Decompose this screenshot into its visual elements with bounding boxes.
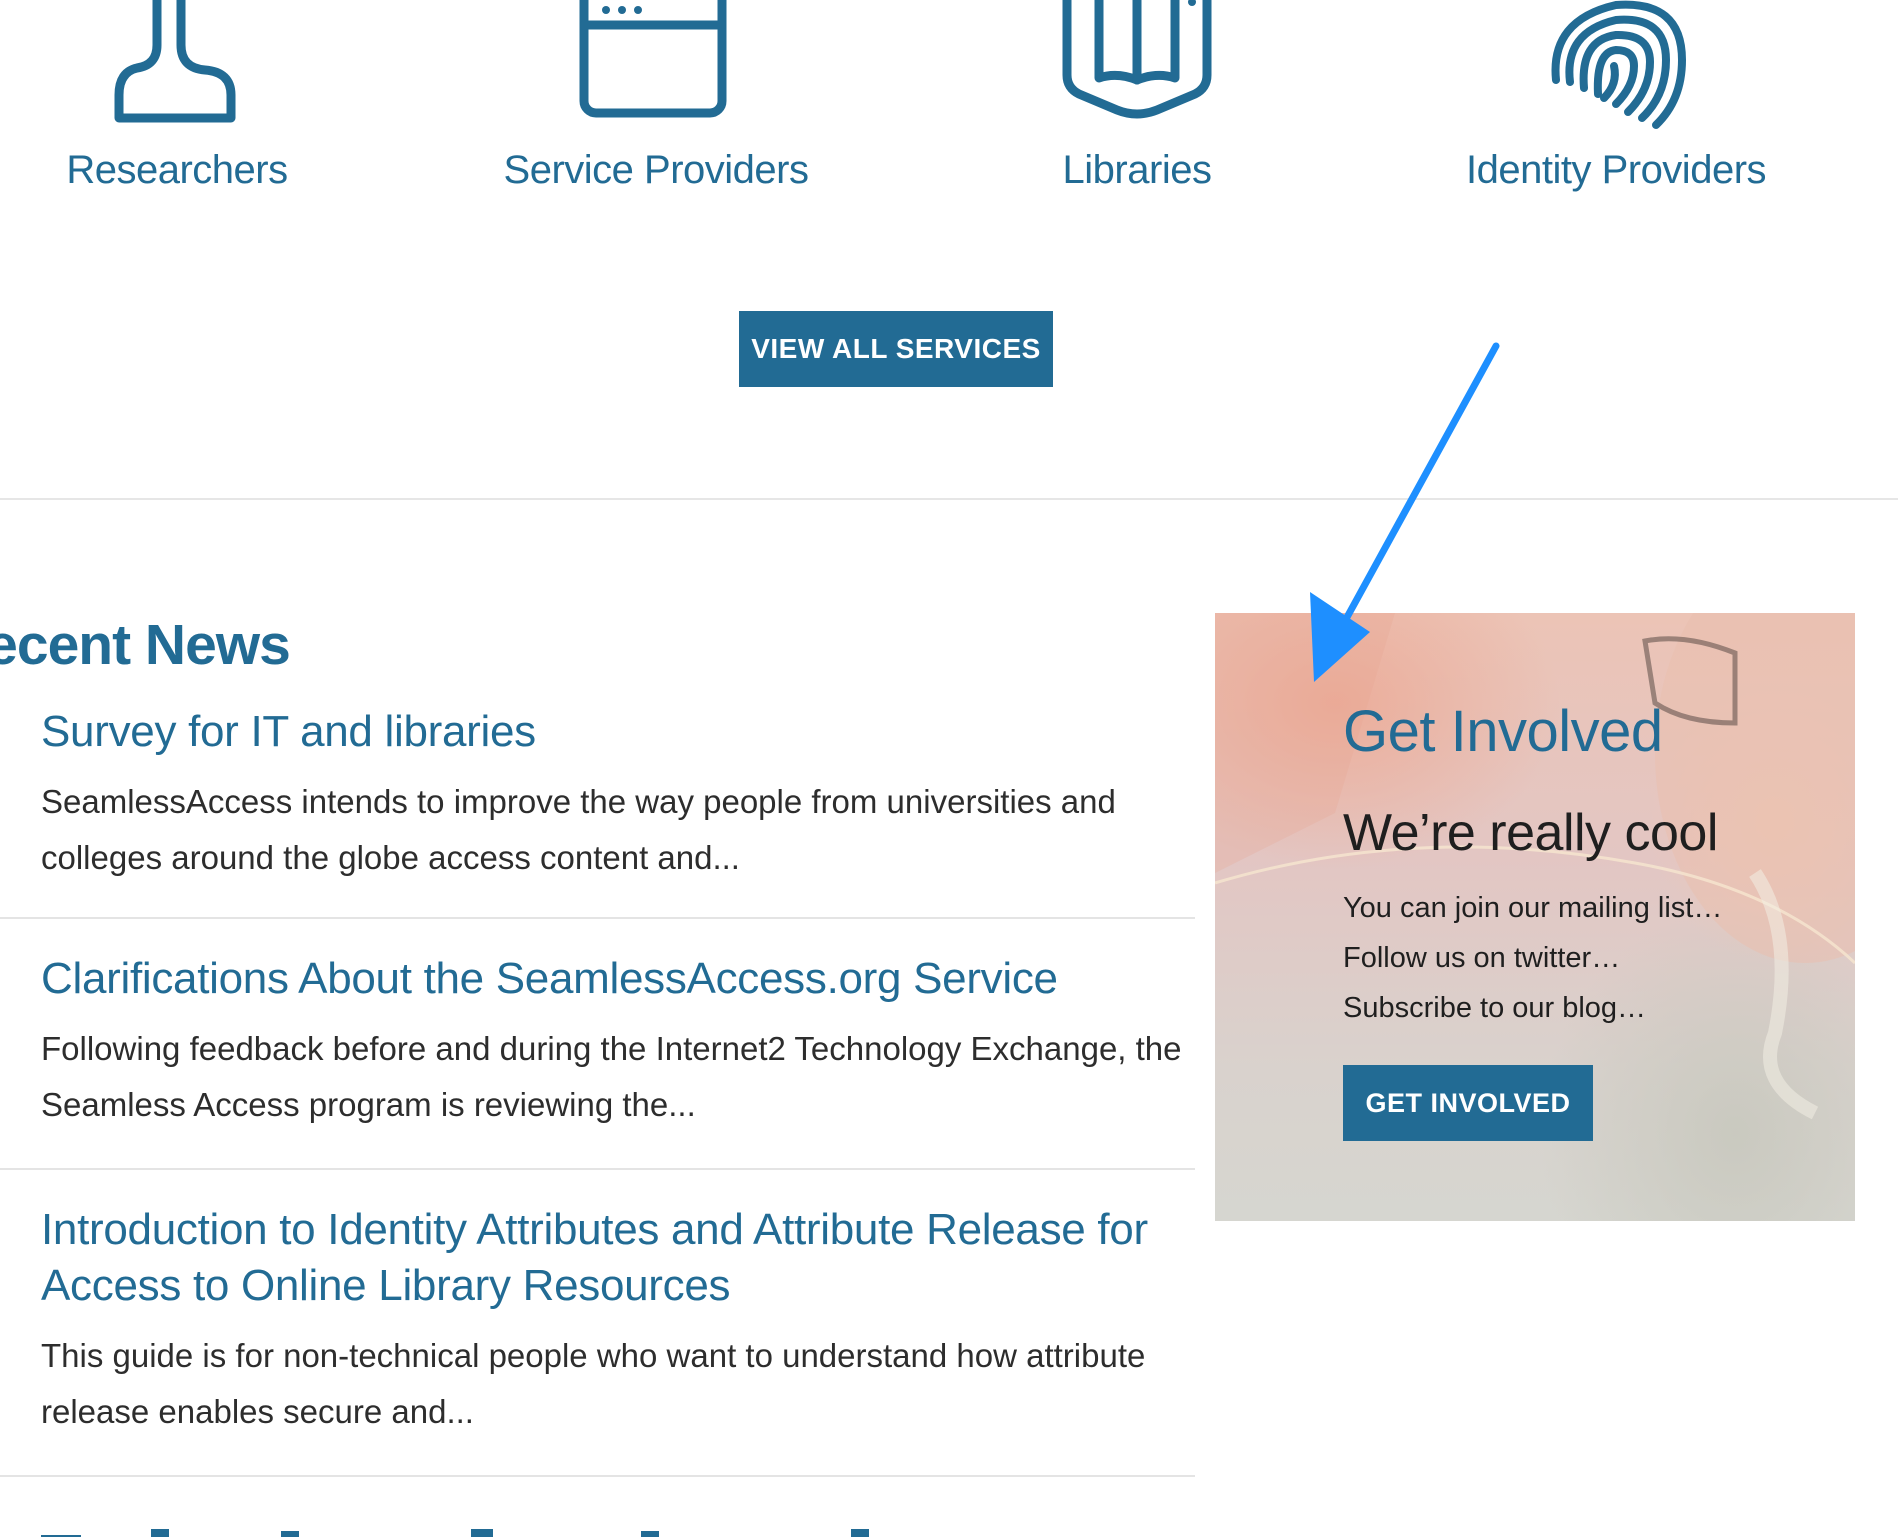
cropped-news-title <box>41 1525 1041 1537</box>
audience-identity-providers[interactable]: Identity Providers <box>1416 0 1816 210</box>
view-all-services-button[interactable]: VIEW ALL SERVICES <box>739 311 1053 387</box>
list-item-partial <box>0 1477 1195 1537</box>
news-title-link[interactable]: Survey for IT and libraries <box>41 690 1195 760</box>
card-title: Get Involved <box>1343 699 1663 764</box>
audience-researchers[interactable]: Researchers <box>0 0 377 210</box>
audience-service-providers[interactable]: Service Providers <box>456 0 856 210</box>
user-icon <box>97 0 257 130</box>
news-list: Survey for IT and libraries SeamlessAcce… <box>0 690 1195 1537</box>
section-divider <box>0 498 1898 500</box>
card-body-text: You can join our mailing list… Follow us… <box>1343 892 1723 1024</box>
audience-label: Libraries <box>1062 148 1212 192</box>
audience-label: Researchers <box>66 148 288 192</box>
list-item: Clarifications About the SeamlessAccess.… <box>0 919 1195 1170</box>
list-item: Survey for IT and libraries SeamlessAcce… <box>0 690 1195 919</box>
audience-row: Researchers Service Providers Libraries <box>0 0 1898 210</box>
news-title-link[interactable]: Introduction to Identity Attributes and … <box>41 1170 1195 1314</box>
audience-libraries[interactable]: Libraries <box>937 0 1337 210</box>
open-book-icon <box>1057 0 1217 130</box>
get-involved-button[interactable]: GET INVOLVED <box>1343 1065 1593 1141</box>
news-title-link[interactable]: Clarifications About the SeamlessAccess.… <box>41 919 1195 1007</box>
get-involved-card: Get Involved We’re really cool You can j… <box>1215 613 1855 1221</box>
fingerprint-icon <box>1536 0 1696 130</box>
news-excerpt: Following feedback before and during the… <box>41 1030 1182 1123</box>
card-subtitle: We’re really cool <box>1343 804 1718 862</box>
news-excerpt: SeamlessAccess intends to improve the wa… <box>41 783 1116 876</box>
audience-label: Identity Providers <box>1465 148 1767 192</box>
browser-window-icon <box>576 0 736 130</box>
list-item: Introduction to Identity Attributes and … <box>0 1170 1195 1477</box>
news-heading: Recent News <box>0 613 291 677</box>
audience-label: Service Providers <box>503 148 809 192</box>
news-excerpt: This guide is for non-technical people w… <box>41 1337 1146 1430</box>
